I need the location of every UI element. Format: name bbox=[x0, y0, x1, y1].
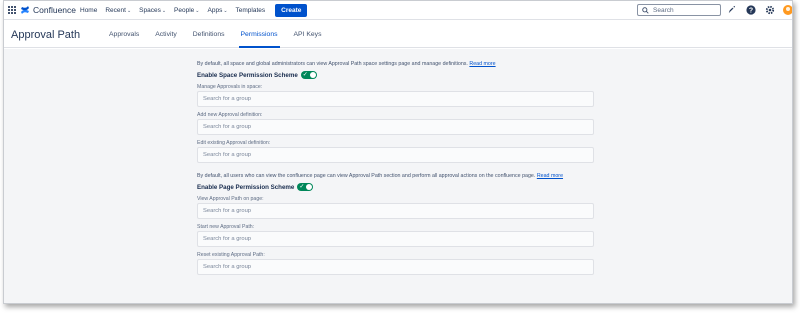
create-button[interactable]: Create bbox=[275, 4, 308, 17]
check-icon: ✓ bbox=[302, 72, 308, 78]
logo-text: Confluence bbox=[33, 5, 77, 15]
check-icon: ✓ bbox=[299, 184, 305, 190]
field-placeholder: Search for a group bbox=[203, 96, 252, 102]
field-label: Add new Approval definition: bbox=[197, 112, 263, 118]
field-label: Start new Approval Path: bbox=[197, 224, 255, 230]
notifications-icon[interactable] bbox=[726, 4, 737, 15]
app-window: Confluence Home Recent ⌄ Spaces ⌄ People ⌄ … bbox=[3, 0, 793, 304]
field-placeholder: Search for a group bbox=[203, 208, 252, 214]
chevron-down-icon: ⌄ bbox=[126, 7, 132, 14]
field-label: Reset existing Approval Path: bbox=[197, 252, 265, 258]
tab-activity[interactable]: Activity bbox=[147, 21, 185, 48]
space-permission-toggle[interactable]: ✓ bbox=[300, 71, 317, 79]
add-definition-field: Add new Approval definition: Search for … bbox=[197, 112, 601, 135]
edit-definition-field: Edit existing Approval definition: Searc… bbox=[197, 140, 601, 163]
page-permission-toggle[interactable]: ✓ bbox=[297, 183, 314, 191]
nav-templates[interactable]: Templates bbox=[236, 7, 266, 14]
manage-approvals-field: Manage Approvals in space: Search for a … bbox=[197, 84, 601, 107]
nav-recent-label: Recent bbox=[105, 7, 126, 14]
confluence-logo-icon bbox=[21, 6, 29, 14]
field-label: Manage Approvals in space: bbox=[197, 84, 263, 90]
field-placeholder: Search for a group bbox=[203, 236, 252, 242]
start-approval-input[interactable]: Search for a group bbox=[197, 231, 594, 247]
tab-api-keys[interactable]: API Keys bbox=[286, 21, 330, 48]
view-approval-field: View Approval Path on page: Search for a… bbox=[197, 196, 601, 219]
nav-spaces-label: Spaces bbox=[139, 7, 161, 14]
settings-icon[interactable] bbox=[764, 4, 775, 15]
start-approval-field: Start new Approval Path: Search for a gr… bbox=[197, 224, 601, 247]
field-placeholder: Search for a group bbox=[203, 124, 252, 130]
content-area: By default, all space and global adminis… bbox=[4, 49, 792, 303]
app-switcher-icon[interactable] bbox=[8, 6, 17, 15]
search-icon bbox=[642, 6, 649, 14]
chevron-down-icon: ⌄ bbox=[223, 7, 228, 14]
help-icon[interactable]: ? bbox=[745, 4, 756, 15]
field-placeholder: Search for a group bbox=[203, 264, 252, 270]
page-toggle-row: Enable Page Permission Scheme ✓ bbox=[197, 183, 601, 191]
permissions-panel: By default, all space and global adminis… bbox=[197, 61, 601, 275]
nav-recent[interactable]: Recent ⌄ bbox=[105, 7, 131, 14]
nav-people[interactable]: People ⌄ bbox=[174, 7, 199, 14]
nav-apps[interactable]: Apps ⌄ bbox=[208, 7, 228, 14]
field-label: View Approval Path on page: bbox=[197, 196, 264, 202]
page-read-more-link[interactable]: Read more bbox=[537, 173, 563, 179]
page-header: Approval Path Approvals Activity Definit… bbox=[4, 21, 792, 48]
nav-people-label: People bbox=[174, 7, 195, 14]
top-navigation: Confluence Home Recent ⌄ Spaces ⌄ People ⌄ … bbox=[4, 1, 792, 20]
chevron-down-icon: ⌄ bbox=[161, 7, 167, 14]
nav-apps-label: Apps bbox=[207, 7, 223, 14]
reset-approval-input[interactable]: Search for a group bbox=[197, 259, 594, 275]
edit-definition-input[interactable]: Search for a group bbox=[197, 147, 594, 163]
nav-spaces[interactable]: Spaces ⌄ bbox=[139, 7, 166, 14]
page-info-text: By default, all users who can view the c… bbox=[197, 173, 536, 179]
nav-home-label: Home bbox=[80, 7, 98, 14]
manage-approvals-input[interactable]: Search for a group bbox=[197, 91, 594, 107]
space-toggle-row: Enable Space Permission Scheme ✓ bbox=[197, 71, 601, 79]
nav-templates-label: Templates bbox=[235, 7, 266, 14]
space-toggle-label: Enable Space Permission Scheme bbox=[197, 71, 298, 79]
toggle-knob bbox=[306, 184, 313, 190]
add-definition-input[interactable]: Search for a group bbox=[197, 119, 594, 135]
tab-definitions[interactable]: Definitions bbox=[185, 21, 233, 48]
page-title: Approval Path bbox=[11, 29, 81, 41]
confluence-logo[interactable]: Confluence bbox=[20, 5, 76, 15]
tab-permissions[interactable]: Permissions bbox=[233, 21, 286, 48]
toggle-knob bbox=[309, 72, 316, 78]
space-read-more-link[interactable]: Read more bbox=[469, 61, 495, 67]
nav-items: Home Recent ⌄ Spaces ⌄ People ⌄ Apps ⌄ Templ… bbox=[80, 1, 308, 20]
tabs: Approvals Activity Definitions Permissio… bbox=[101, 21, 329, 48]
page-toggle-label: Enable Page Permission Scheme bbox=[197, 183, 295, 191]
space-permission-info: By default, all space and global adminis… bbox=[197, 61, 601, 67]
view-approval-input[interactable]: Search for a group bbox=[197, 203, 594, 219]
svg-text:?: ? bbox=[748, 7, 752, 14]
space-info-text: By default, all space and global adminis… bbox=[197, 61, 468, 67]
search-input[interactable]: Search bbox=[637, 4, 721, 16]
tab-approvals[interactable]: Approvals bbox=[101, 21, 147, 48]
top-icons: ? bbox=[726, 4, 792, 15]
chevron-down-icon: ⌄ bbox=[195, 7, 200, 14]
search-placeholder: Search bbox=[653, 6, 674, 14]
avatar[interactable] bbox=[783, 4, 792, 15]
page-permission-info: By default, all users who can view the c… bbox=[197, 173, 601, 179]
field-label: Edit existing Approval definition: bbox=[197, 140, 271, 146]
reset-approval-field: Reset existing Approval Path: Search for… bbox=[197, 252, 601, 275]
field-placeholder: Search for a group bbox=[203, 152, 252, 158]
nav-home[interactable]: Home bbox=[80, 7, 97, 14]
